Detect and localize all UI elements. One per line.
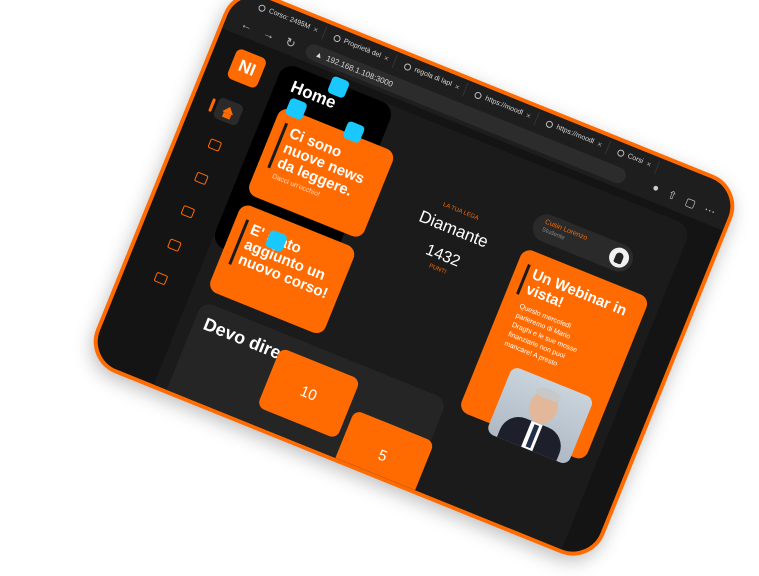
tab-title: Corsi <box>626 152 645 165</box>
share-icon[interactable]: ⇧ <box>665 188 678 204</box>
globe-icon <box>332 33 342 43</box>
sidebar-item-home[interactable] <box>212 96 245 127</box>
close-icon[interactable]: × <box>525 110 533 120</box>
calendar-icon <box>207 138 223 152</box>
tablet-frame: Corso: 2495M × Proprietà del × regola di l… <box>83 0 745 566</box>
globe-icon <box>257 3 267 13</box>
sidebar-item-books[interactable] <box>145 263 177 293</box>
avatar[interactable] <box>606 244 633 271</box>
arrow-left-icon[interactable]: ← <box>239 17 255 34</box>
camera-icon <box>166 238 182 253</box>
globe-icon <box>545 119 555 129</box>
reload-icon[interactable]: ↻ <box>283 35 298 52</box>
close-icon[interactable]: × <box>596 139 604 149</box>
document-icon <box>193 171 209 186</box>
app-logo[interactable]: NI <box>226 47 268 90</box>
close-icon[interactable]: × <box>454 82 462 92</box>
sidebar-item-camera[interactable] <box>158 230 190 260</box>
sidebar-item-videos[interactable] <box>172 197 204 227</box>
video-icon <box>180 204 196 219</box>
globe-icon <box>474 90 484 100</box>
close-icon[interactable]: × <box>645 159 653 169</box>
home-icon <box>222 104 236 116</box>
globe-icon <box>403 62 413 72</box>
book-icon <box>153 271 169 286</box>
arrow-right-icon[interactable]: → <box>261 26 277 43</box>
close-icon[interactable]: × <box>312 24 320 34</box>
sidebar-item-documents[interactable] <box>185 163 217 193</box>
globe-icon <box>616 148 626 158</box>
warning-icon: ▲ <box>313 48 325 61</box>
close-icon[interactable]: × <box>383 53 391 63</box>
sidebar-item-calendar[interactable] <box>199 130 231 160</box>
